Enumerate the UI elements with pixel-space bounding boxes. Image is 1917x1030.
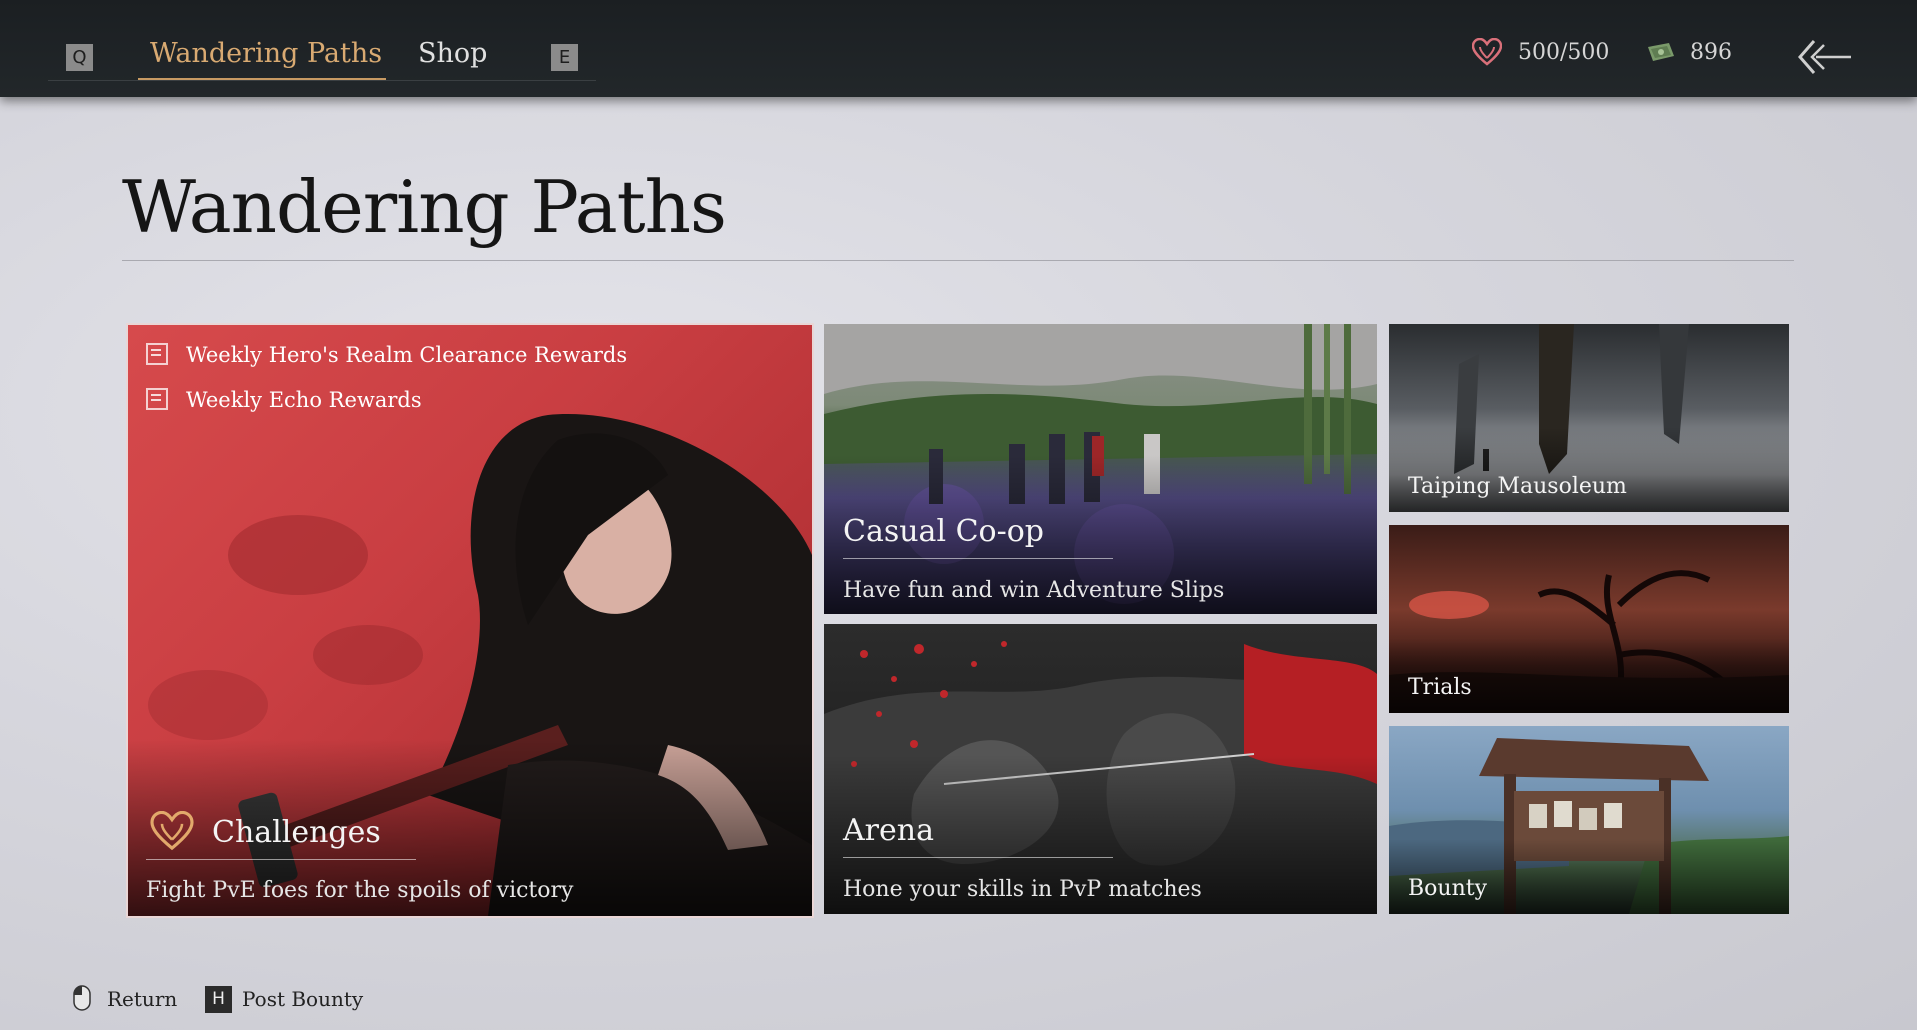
- post-bounty-key[interactable]: H: [205, 986, 232, 1013]
- casual-coop-card[interactable]: Casual Co-op Have fun and win Adventure …: [824, 324, 1377, 614]
- challenges-description: Fight PvE foes for the spoils of victory: [146, 878, 574, 903]
- heart-icon: [150, 811, 194, 851]
- card-divider: [146, 859, 416, 860]
- bounty-title: Bounty: [1408, 876, 1488, 901]
- taiping-mausoleum-title: Taiping Mausoleum: [1408, 474, 1627, 499]
- trials-card[interactable]: Trials: [1389, 525, 1789, 713]
- currency-value: 896: [1690, 40, 1732, 65]
- card-divider: [843, 558, 1113, 559]
- arena-title: Arena: [843, 813, 934, 848]
- chest-icon: [146, 388, 168, 410]
- arena-description: Hone your skills in PvP matches: [843, 877, 1202, 902]
- tab-shop[interactable]: Shop: [418, 38, 487, 69]
- bounty-card[interactable]: Bounty: [1389, 726, 1789, 914]
- challenges-card[interactable]: Weekly Hero's Realm Clearance Rewards We…: [126, 323, 814, 918]
- chest-icon: [146, 343, 168, 365]
- tab-bar-rule: [48, 80, 596, 81]
- casual-coop-description: Have fun and win Adventure Slips: [843, 578, 1225, 603]
- trials-title: Trials: [1408, 675, 1472, 700]
- casual-coop-title: Casual Co-op: [843, 514, 1044, 549]
- arena-card[interactable]: Arena Hone your skills in PvP matches: [824, 624, 1377, 914]
- return-hint[interactable]: Return: [107, 987, 177, 1011]
- heart-icon: [1472, 38, 1502, 66]
- card-divider: [843, 857, 1113, 858]
- tab-prev-key[interactable]: Q: [66, 44, 93, 71]
- tab-next-key[interactable]: E: [551, 44, 578, 71]
- post-bounty-hint[interactable]: Post Bounty: [242, 987, 363, 1011]
- top-bar: Q Wandering Paths Shop E 500/500 896: [0, 0, 1917, 97]
- title-divider: [122, 260, 1794, 261]
- reward-item: Weekly Echo Rewards: [146, 388, 422, 412]
- stamina-value: 500/500: [1518, 40, 1610, 65]
- tab-wandering-paths[interactable]: Wandering Paths: [150, 38, 382, 69]
- challenges-title: Challenges: [212, 815, 381, 850]
- page-title: Wandering Paths: [122, 165, 727, 249]
- reward-item: Weekly Hero's Realm Clearance Rewards: [146, 343, 627, 367]
- banknote-icon: [1648, 43, 1674, 61]
- taiping-mausoleum-card[interactable]: Taiping Mausoleum: [1389, 324, 1789, 512]
- back-arrow-icon[interactable]: [1796, 38, 1852, 76]
- card-shade: [1389, 427, 1789, 512]
- mouse-icon: [73, 985, 91, 1011]
